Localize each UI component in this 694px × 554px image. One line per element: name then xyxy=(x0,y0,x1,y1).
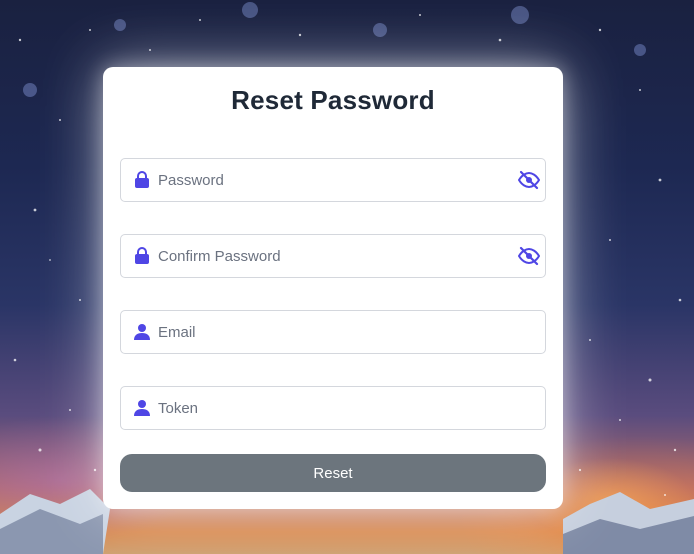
eye-slash-icon[interactable] xyxy=(518,246,540,266)
lock-icon xyxy=(135,247,149,264)
confirm-password-field[interactable] xyxy=(120,234,546,278)
page-title: Reset Password xyxy=(231,85,435,115)
reset-password-card: Reset Password Email Token Reset xyxy=(103,67,563,509)
lock-icon xyxy=(135,171,149,188)
password-input[interactable] xyxy=(158,159,508,201)
token-field[interactable] xyxy=(120,386,546,430)
password-field[interactable] xyxy=(120,158,546,202)
confirm-password-input[interactable] xyxy=(158,235,508,277)
email-field[interactable] xyxy=(120,310,546,354)
reset-button[interactable]: Reset xyxy=(120,454,546,492)
eye-slash-icon[interactable] xyxy=(518,170,540,190)
token-input[interactable] xyxy=(158,387,508,429)
user-icon xyxy=(134,400,150,416)
user-icon xyxy=(134,324,150,340)
email-input[interactable] xyxy=(158,311,508,353)
